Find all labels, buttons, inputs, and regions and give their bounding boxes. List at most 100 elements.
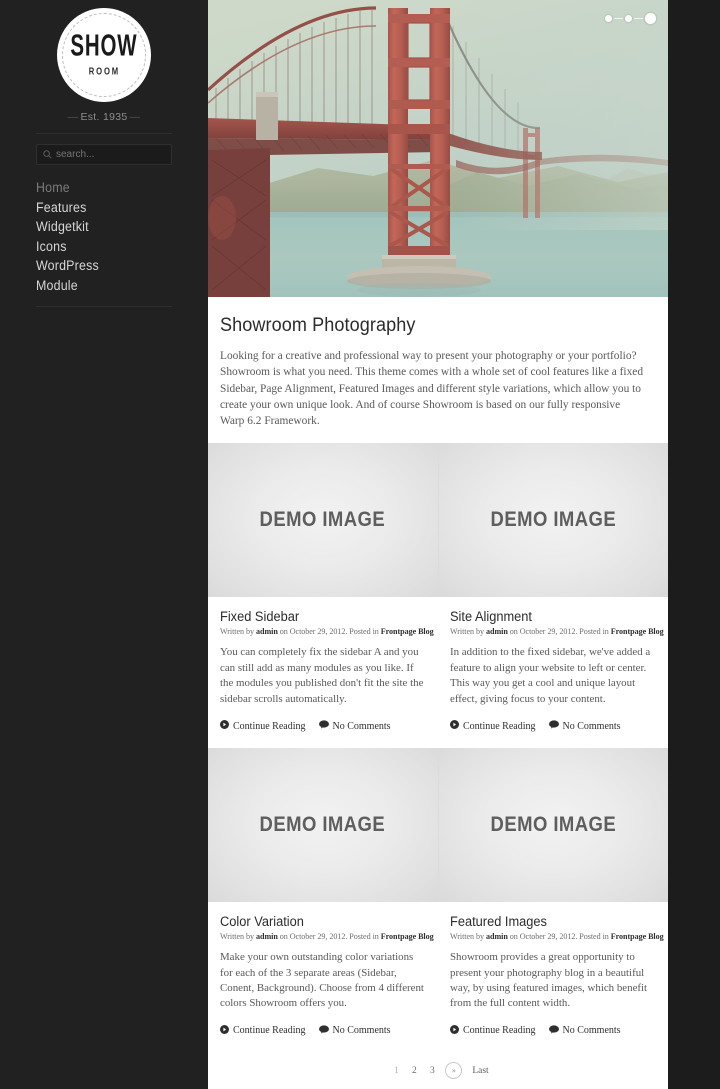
sidebar-item-features[interactable]: Features bbox=[36, 198, 161, 218]
meta-author[interactable]: admin bbox=[256, 627, 278, 636]
pagination-page-2[interactable]: 2 bbox=[405, 1066, 423, 1076]
demo-image-2[interactable]: DEMO IMAGE bbox=[438, 443, 668, 598]
sidebar-item-icons[interactable]: Icons bbox=[36, 237, 161, 257]
article-text: Make your own outstanding color variatio… bbox=[220, 951, 424, 1010]
article-color-variation: Color Variation Written by admin on Octo… bbox=[208, 902, 438, 1053]
meta-author[interactable]: admin bbox=[256, 932, 278, 941]
meta-mid: on October 29, 2012. Posted in bbox=[277, 932, 381, 942]
established-text: Est. 1935 bbox=[80, 111, 128, 123]
demo-image-label: DEMO IMAGE bbox=[259, 508, 386, 532]
continue-reading-link[interactable]: Continue Reading bbox=[220, 1024, 306, 1037]
article-meta: Written by admin on October 29, 2012. Po… bbox=[450, 932, 664, 942]
comment-bubble-icon bbox=[318, 720, 329, 732]
article-featured-images: Featured Images Written by admin on Octo… bbox=[438, 902, 668, 1053]
sidebar-nav: Home Features Widgetkit Icons WordPress … bbox=[36, 178, 172, 295]
meta-prefix: Written by bbox=[220, 932, 256, 942]
comments-link[interactable]: No Comments bbox=[318, 720, 391, 732]
slider-connector-2 bbox=[634, 17, 643, 19]
logo-circle: SHOW ROOM bbox=[57, 8, 151, 102]
meta-author[interactable]: admin bbox=[486, 932, 508, 941]
meta-mid: on October 29, 2012. Posted in bbox=[507, 627, 611, 637]
meta-category[interactable]: Frontpage Blog bbox=[381, 627, 434, 636]
circle-arrow-icon bbox=[450, 720, 459, 732]
pagination: 1 2 3 » Last bbox=[208, 1053, 668, 1089]
comments-label: No Comments bbox=[332, 720, 391, 732]
demo-image-label: DEMO IMAGE bbox=[490, 813, 617, 837]
demo-image-row-1: DEMO IMAGE DEMO IMAGE bbox=[208, 443, 668, 598]
meta-category[interactable]: Frontpage Blog bbox=[611, 932, 664, 941]
article-title[interactable]: Featured Images bbox=[450, 914, 645, 929]
continue-reading-link[interactable]: Continue Reading bbox=[220, 720, 306, 732]
pagination-page-3[interactable]: 3 bbox=[423, 1066, 441, 1076]
article-row-2: Color Variation Written by admin on Octo… bbox=[208, 902, 668, 1053]
intro-text: Looking for a creative and professional … bbox=[220, 350, 644, 428]
page-title: Showroom Photography bbox=[220, 315, 416, 336]
demo-image-3[interactable]: DEMO IMAGE bbox=[208, 748, 439, 903]
article-text: You can completely fix the sidebar A and… bbox=[220, 646, 424, 705]
sidebar-item-widgetkit[interactable]: Widgetkit bbox=[36, 217, 161, 237]
search-icon bbox=[43, 146, 52, 164]
meta-category[interactable]: Frontpage Blog bbox=[611, 627, 664, 636]
site-logo[interactable]: SHOW ROOM bbox=[57, 8, 151, 102]
search-input[interactable] bbox=[56, 149, 188, 160]
demo-image-label: DEMO IMAGE bbox=[259, 813, 386, 837]
article-meta: Written by admin on October 29, 2012. Po… bbox=[220, 627, 434, 637]
article-text: In addition to the fixed sidebar, we've … bbox=[450, 646, 651, 705]
meta-mid: on October 29, 2012. Posted in bbox=[277, 627, 381, 637]
article-links: Continue Reading No Comments bbox=[450, 1024, 655, 1037]
pagination-last-link[interactable]: Last bbox=[472, 1066, 488, 1076]
dash-left: — bbox=[67, 111, 79, 123]
continue-reading-label: Continue Reading bbox=[233, 720, 306, 732]
article-meta: Written by admin on October 29, 2012. Po… bbox=[220, 932, 434, 942]
search-box[interactable] bbox=[36, 144, 188, 165]
continue-reading-link[interactable]: Continue Reading bbox=[450, 1024, 536, 1037]
continue-reading-label: Continue Reading bbox=[463, 720, 536, 732]
right-gutter bbox=[668, 0, 720, 1089]
comment-bubble-icon bbox=[318, 1025, 329, 1037]
article-links: Continue Reading No Comments bbox=[220, 720, 425, 732]
comments-label: No Comments bbox=[332, 1025, 391, 1037]
demo-image-row-2: DEMO IMAGE DEMO IMAGE bbox=[208, 748, 668, 903]
comments-link[interactable]: No Comments bbox=[548, 720, 621, 732]
hero-image bbox=[208, 0, 668, 297]
circle-arrow-icon bbox=[220, 1024, 229, 1037]
continue-reading-label: Continue Reading bbox=[463, 1025, 536, 1037]
comments-label: No Comments bbox=[562, 1025, 621, 1037]
comments-link[interactable]: No Comments bbox=[548, 1025, 621, 1037]
article-title[interactable]: Color Variation bbox=[220, 914, 415, 929]
meta-prefix: Written by bbox=[220, 627, 256, 637]
sidebar-panel: SHOW ROOM —Est. 1935— Home Features Widg… bbox=[0, 0, 208, 1089]
demo-image-label: DEMO IMAGE bbox=[490, 508, 617, 532]
sidebar-divider-bottom bbox=[36, 306, 172, 307]
article-site-alignment: Site Alignment Written by admin on Octob… bbox=[438, 597, 668, 748]
meta-mid: on October 29, 2012. Posted in bbox=[507, 932, 611, 942]
slider-dots[interactable] bbox=[605, 11, 656, 25]
logo-primary-text: SHOW bbox=[70, 28, 138, 63]
sidebar-item-wordpress[interactable]: WordPress bbox=[36, 256, 161, 276]
pagination-page-1[interactable]: 1 bbox=[387, 1066, 405, 1076]
hero-slider[interactable] bbox=[208, 0, 668, 297]
circle-arrow-icon bbox=[450, 1024, 459, 1037]
sidebar: SHOW ROOM —Est. 1935— Home Features Widg… bbox=[0, 0, 208, 1089]
article-meta: Written by admin on October 29, 2012. Po… bbox=[450, 627, 664, 637]
sidebar-item-module[interactable]: Module bbox=[36, 276, 161, 296]
comments-link[interactable]: No Comments bbox=[318, 1025, 391, 1037]
article-title[interactable]: Site Alignment bbox=[450, 609, 645, 624]
sidebar-divider-top bbox=[36, 133, 172, 134]
continue-reading-link[interactable]: Continue Reading bbox=[450, 720, 536, 732]
meta-author[interactable]: admin bbox=[486, 627, 508, 636]
slider-dot-3[interactable] bbox=[645, 12, 656, 24]
article-title[interactable]: Fixed Sidebar bbox=[220, 609, 415, 624]
slider-dot-1[interactable] bbox=[605, 14, 612, 22]
sidebar-item-home[interactable]: Home bbox=[36, 178, 161, 198]
comments-label: No Comments bbox=[562, 720, 621, 732]
demo-image-4[interactable]: DEMO IMAGE bbox=[438, 748, 668, 903]
article-fixed-sidebar: Fixed Sidebar Written by admin on Octobe… bbox=[208, 597, 438, 748]
slider-dot-2[interactable] bbox=[625, 14, 632, 22]
comment-bubble-icon bbox=[548, 720, 559, 732]
established-tagline: — Est. 1935— bbox=[0, 111, 208, 123]
meta-category[interactable]: Frontpage Blog bbox=[381, 932, 434, 941]
pagination-next-button[interactable]: » bbox=[445, 1062, 463, 1080]
demo-image-1[interactable]: DEMO IMAGE bbox=[208, 443, 439, 598]
article-links: Continue Reading No Comments bbox=[450, 720, 655, 732]
